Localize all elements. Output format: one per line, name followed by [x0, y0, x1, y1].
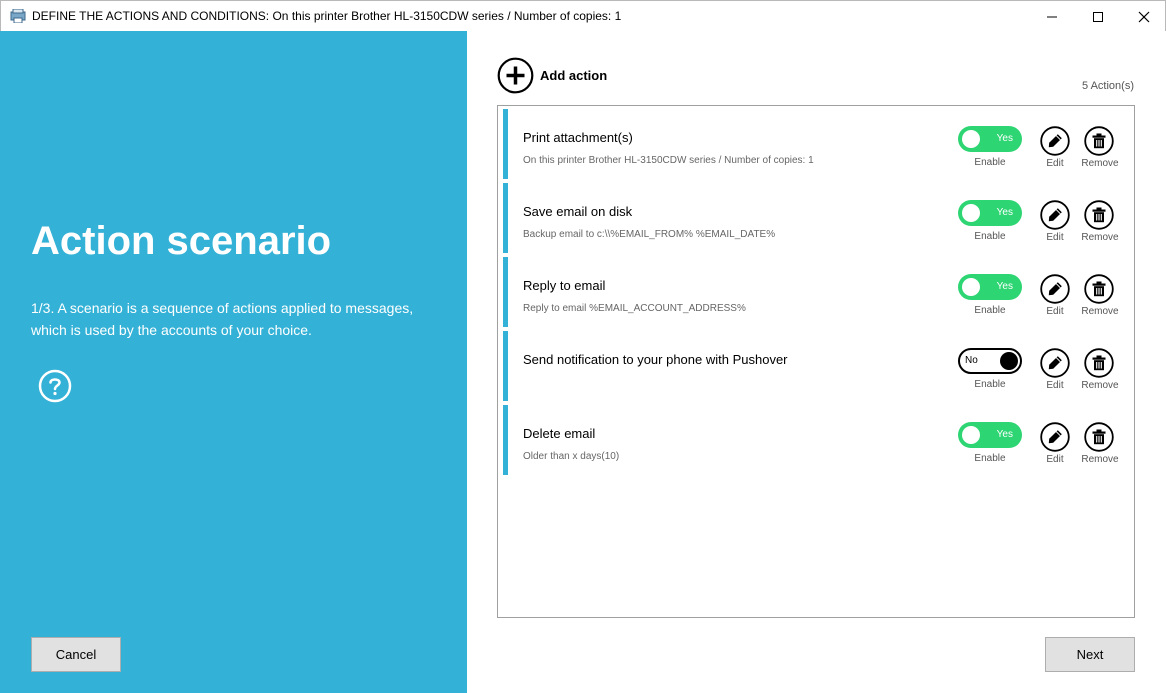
- toggle-knob: [962, 204, 980, 222]
- action-title: Send notification to your phone with Pus…: [523, 352, 788, 367]
- action-count: 5 Action(s): [1082, 80, 1134, 92]
- panel-heading: Action scenario: [31, 219, 332, 263]
- row-accent-bar: [503, 257, 508, 327]
- remove-caption: Remove: [1081, 380, 1119, 391]
- action-subtitle: Reply to email %EMAIL_ACCOUNT_ADDRESS%: [523, 303, 746, 314]
- remove-caption: Remove: [1081, 454, 1119, 465]
- minimize-icon: [1047, 16, 1057, 17]
- enable-toggle[interactable]: No: [958, 348, 1022, 374]
- enable-caption: Enable: [974, 379, 1006, 390]
- remove-caption: Remove: [1081, 232, 1119, 243]
- window-title: DEFINE THE ACTIONS AND CONDITIONS: On th…: [32, 9, 622, 23]
- close-icon: [1138, 11, 1150, 22]
- toggle-state-text: Yes: [996, 281, 1013, 292]
- edit-caption: Edit: [1046, 306, 1064, 317]
- trash-icon[interactable]: [1084, 126, 1114, 156]
- action-subtitle: On this printer Brother HL-3150CDW serie…: [523, 155, 814, 166]
- enable-toggle[interactable]: Yes: [958, 200, 1022, 226]
- toggle-state-text: Yes: [996, 429, 1013, 440]
- action-title: Reply to email: [523, 278, 606, 293]
- toggle-knob: [962, 426, 980, 444]
- panel-description: 1/3. A scenario is a sequence of actions…: [31, 300, 414, 338]
- trash-icon[interactable]: [1084, 422, 1114, 452]
- action-row[interactable]: Reply to email Reply to email %EMAIL_ACC…: [503, 257, 1131, 327]
- toggle-knob: [1000, 352, 1018, 370]
- pencil-icon[interactable]: [1040, 422, 1070, 452]
- toggle-knob: [962, 130, 980, 148]
- maximize-button[interactable]: [1075, 1, 1121, 32]
- action-row[interactable]: Send notification to your phone with Pus…: [503, 331, 1131, 401]
- remove-caption: Remove: [1081, 158, 1119, 169]
- enable-caption: Enable: [974, 453, 1006, 464]
- toggle-state-text: No: [965, 355, 978, 366]
- pencil-icon[interactable]: [1040, 200, 1070, 230]
- pencil-icon[interactable]: [1040, 126, 1070, 156]
- enable-toggle[interactable]: Yes: [958, 126, 1022, 152]
- trash-icon[interactable]: [1084, 274, 1114, 304]
- enable-caption: Enable: [974, 231, 1006, 242]
- left-panel: Action scenario 1/3. A scenario is a seq…: [0, 31, 467, 693]
- enable-toggle[interactable]: Yes: [958, 422, 1022, 448]
- trash-icon[interactable]: [1084, 348, 1114, 378]
- pencil-icon[interactable]: [1040, 274, 1070, 304]
- action-row[interactable]: Print attachment(s) On this printer Brot…: [503, 109, 1131, 179]
- action-title: Delete email: [523, 426, 596, 441]
- cancel-button[interactable]: Cancel: [31, 637, 121, 672]
- app-icon: [10, 9, 26, 23]
- pencil-icon[interactable]: [1040, 348, 1070, 378]
- enable-caption: Enable: [974, 305, 1006, 316]
- toggle-state-text: Yes: [996, 207, 1013, 218]
- title-bar: DEFINE THE ACTIONS AND CONDITIONS: On th…: [0, 0, 1166, 31]
- action-subtitle: Older than x days(10): [523, 451, 620, 462]
- add-action-label: Add action: [540, 68, 608, 83]
- action-title: Print attachment(s): [523, 130, 633, 145]
- maximize-icon: [1093, 11, 1103, 22]
- row-accent-bar: [503, 109, 508, 179]
- plus-icon: [497, 57, 534, 94]
- add-action-button[interactable]: Add action: [497, 57, 607, 94]
- minimize-button[interactable]: [1029, 1, 1075, 32]
- action-subtitle: Backup email to c:\\%EMAIL_FROM% %EMAIL_…: [523, 229, 776, 240]
- edit-caption: Edit: [1046, 158, 1064, 169]
- toggle-state-text: Yes: [996, 133, 1013, 144]
- remove-caption: Remove: [1081, 306, 1119, 317]
- action-row[interactable]: Delete email Older than x days(10) Yes E…: [503, 405, 1131, 475]
- action-title: Save email on disk: [523, 204, 633, 219]
- enable-caption: Enable: [974, 157, 1006, 168]
- enable-toggle[interactable]: Yes: [958, 274, 1022, 300]
- help-icon[interactable]: [38, 369, 72, 403]
- action-list: Print attachment(s) On this printer Brot…: [497, 105, 1135, 618]
- trash-icon[interactable]: [1084, 200, 1114, 230]
- action-row[interactable]: Save email on disk Backup email to c:\\%…: [503, 183, 1131, 253]
- row-accent-bar: [503, 405, 508, 475]
- row-accent-bar: [503, 331, 508, 401]
- toggle-knob: [962, 278, 980, 296]
- row-accent-bar: [503, 183, 508, 253]
- edit-caption: Edit: [1046, 454, 1064, 465]
- close-button[interactable]: [1121, 1, 1166, 32]
- next-button[interactable]: Next: [1045, 637, 1135, 672]
- edit-caption: Edit: [1046, 232, 1064, 243]
- edit-caption: Edit: [1046, 380, 1064, 391]
